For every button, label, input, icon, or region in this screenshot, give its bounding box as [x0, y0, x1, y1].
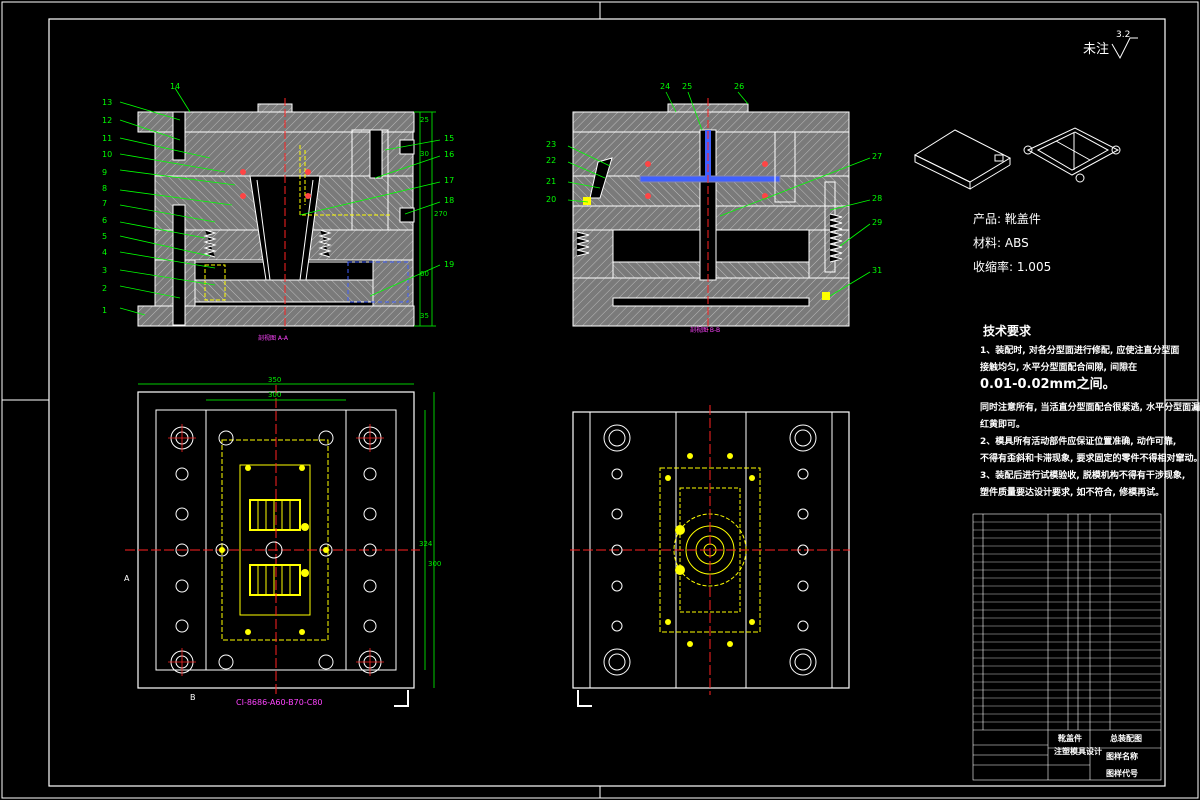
section-label-right: 剖视图 B-B — [690, 327, 721, 334]
plan-view-right — [570, 405, 850, 695]
title-block-drawing-name: 总装配图 — [1110, 734, 1142, 743]
product-material: 材料: ABS — [973, 236, 1029, 250]
part-number-label: 3 — [102, 266, 108, 275]
part-number-label: 10 — [102, 150, 113, 159]
part-number-label: 27 — [872, 152, 883, 161]
part-number-label: 29 — [872, 218, 883, 227]
part-number-label: 25 — [682, 82, 693, 91]
part-number-label: 21 — [546, 177, 557, 186]
part-number-label: 6 — [102, 216, 108, 225]
view-marker-b: B — [190, 693, 196, 702]
product-shrinkage: 收缩率: 1.005 — [973, 260, 1052, 274]
part-number-label: 4 — [102, 248, 108, 257]
part-number-label: 23 — [546, 140, 557, 149]
dim-side-30: 30 — [420, 150, 429, 158]
section-view-right — [572, 98, 850, 330]
product-name: 产品: 靴盖件 — [973, 212, 1041, 226]
dim-height-inner: 324 — [419, 540, 433, 548]
surface-mark-value: 3.2 — [1116, 30, 1131, 40]
view-corner-marks — [394, 690, 592, 707]
tech-req-line: 0.01-0.02mm之间。 — [980, 377, 1116, 392]
dim-side-25: 25 — [420, 116, 429, 124]
surface-mark-label: 未注 — [1083, 42, 1110, 57]
section-view-left — [137, 98, 436, 330]
dim-side-270: 270 — [434, 210, 448, 218]
part-number-label: 31 — [872, 266, 883, 275]
part-number-label: 7 — [102, 199, 108, 208]
tech-req-line: 不得有歪斜和卡滞现象, 要求固定的零件不得相对窜动。 — [980, 454, 1200, 464]
mold-base-label: CI-8686-A60-B70-C80 — [236, 698, 323, 707]
part-number-label: 28 — [872, 194, 883, 203]
part-number-label: 8 — [102, 184, 108, 193]
bom-rows — [973, 521, 1161, 723]
part-number-label: 24 — [660, 82, 671, 91]
title-block-sheet: 图样名称 — [1106, 752, 1138, 761]
tech-req-title: 技术要求 — [983, 324, 1032, 338]
part-isometric-1 — [913, 129, 1012, 190]
part-number-label: 17 — [444, 176, 455, 185]
tech-req-line: 1、装配时, 对各分型面进行修配, 应使注直分型面 — [980, 346, 1180, 356]
tech-req-line: 塑件质量要达设计要求, 如不符合, 修模再试。 — [980, 488, 1165, 498]
tech-req-line: 红黄即可。 — [980, 420, 1026, 430]
view-marker-a: A — [124, 574, 130, 583]
part-number-label: 22 — [546, 156, 557, 165]
dim-side-60: 60 — [420, 270, 429, 278]
part-number-label: 26 — [734, 82, 745, 91]
part-number-label: 19 — [444, 260, 455, 269]
section-label-left: 剖视图 A-A — [258, 335, 289, 342]
title-block-design: 注塑模具设计 — [1054, 747, 1102, 756]
tech-req-line: 同时注意所有, 当活直分型面配合很紧逃, 水平分型面漏风 — [980, 403, 1200, 413]
part-number-label: 18 — [444, 196, 455, 205]
plan-view-left — [125, 383, 435, 695]
part-number-label: 13 — [102, 98, 113, 107]
surface-finish-symbol — [1111, 37, 1138, 60]
part-number-label: 9 — [102, 168, 108, 177]
title-block-code: 图样代号 — [1106, 769, 1138, 778]
dim-width-top: 350 — [268, 376, 282, 384]
part-number-label: 1 — [102, 306, 108, 315]
part-isometric-2 — [1023, 127, 1121, 183]
dim-height-right: 300 — [428, 560, 442, 568]
tech-req-line: 2、模具所有活动部件应保证位置准确, 动作可靠, — [980, 437, 1177, 447]
drawing-canvas — [1, 1, 1199, 799]
drawing-sheet: 未注 3.2 产品: 靴盖件 材料: ABS 收缩率: 1.005 技术要求 1… — [0, 0, 1200, 800]
part-number-label: 14 — [170, 82, 181, 91]
title-block-part: 靴盖件 — [1058, 734, 1082, 743]
tech-req-line: 3、装配后进行试模验收, 脱模机构不得有干涉现象, — [980, 471, 1186, 481]
part-number-label: 16 — [444, 150, 455, 159]
dim-side-35: 35 — [420, 312, 429, 320]
part-number-label: 5 — [102, 232, 108, 241]
tech-req-line: 接触均匀, 水平分型面配合间隙, 间隙在 — [980, 363, 1138, 373]
part-number-label: 20 — [546, 195, 557, 204]
dim-width-inner: 300 — [268, 391, 282, 399]
part-number-label: 2 — [102, 284, 108, 293]
part-number-label: 11 — [102, 134, 113, 143]
part-number-label: 12 — [102, 116, 113, 125]
part-number-label: 15 — [444, 134, 455, 143]
